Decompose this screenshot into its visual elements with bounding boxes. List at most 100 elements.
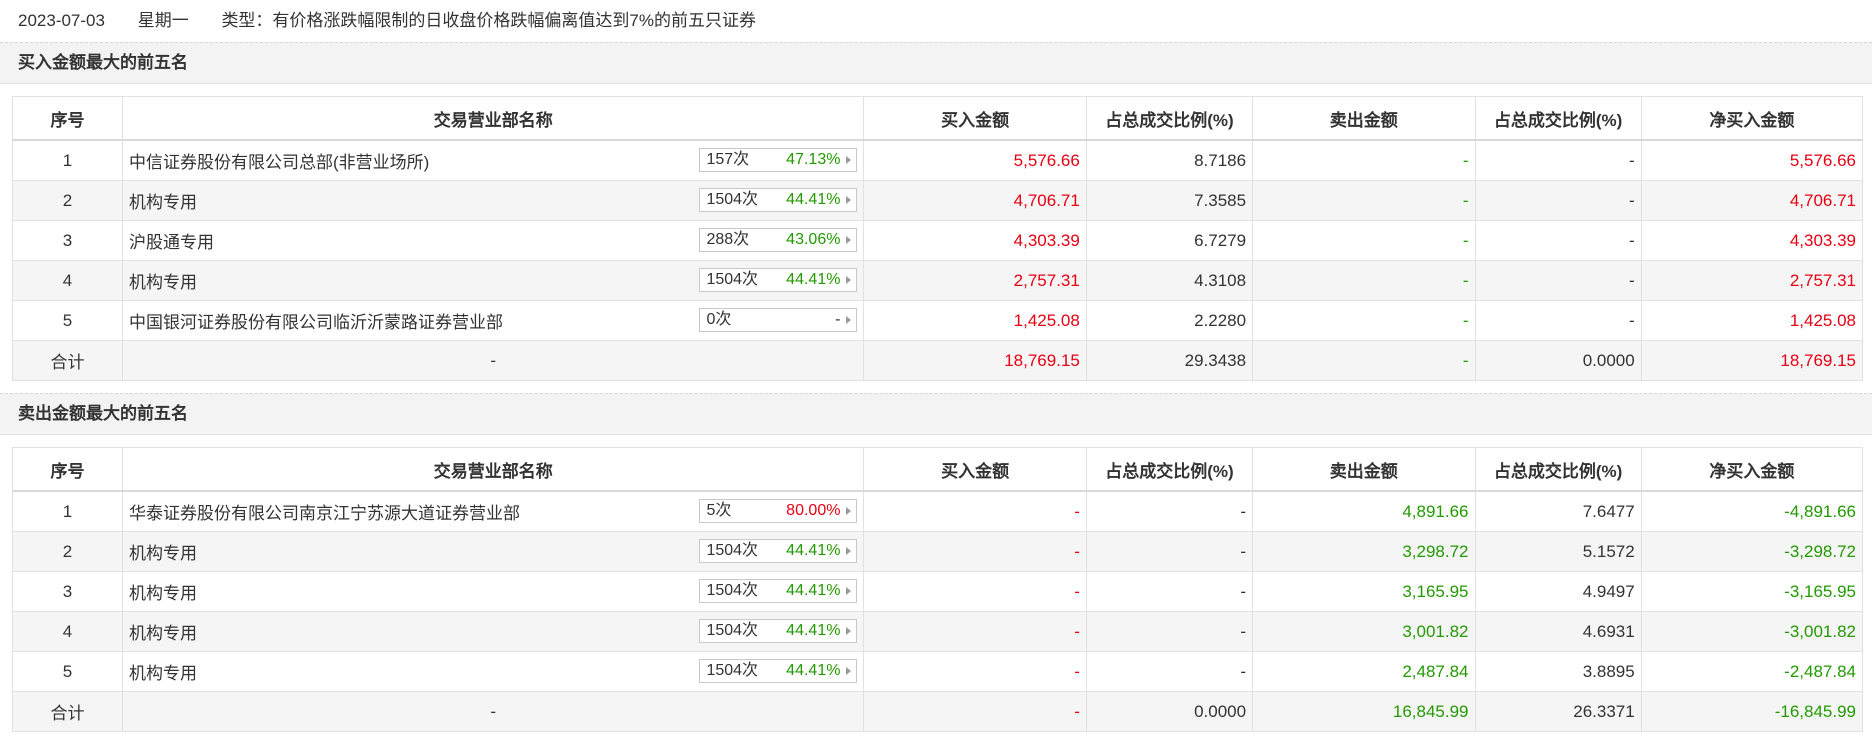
dept-name-link[interactable]: 机构专用 [129,188,197,213]
dept-stats-button[interactable]: 1504次 44.41% [699,188,858,212]
buy-ratio: - [1085,651,1254,692]
dept-cell: 机构专用 1504次 44.41% [122,611,865,652]
table-row: 1 中信证券股份有限公司总部(非营业场所) 157次 47.13% 5,576.… [11,139,1864,181]
win-rate: 80.00% [786,502,841,519]
net-amount: 5,576.66 [1640,139,1864,181]
dept-cell: 沪股通专用 288次 43.06% [122,220,865,261]
dept-cell: 机构专用 1504次 44.41% [122,260,865,301]
buy-top5-table: 序号 交易营业部名称 买入金额 占总成交比例(%) 卖出金额 占总成交比例(%)… [11,96,1864,381]
dept-stats-button[interactable]: 157次 47.13% [699,148,858,172]
win-rate: 44.41% [786,542,841,559]
col-buy-ratio: 占总成交比例(%) [1085,447,1254,492]
col-sell-amount: 卖出金额 [1252,96,1476,141]
row-index: 2 [11,531,124,572]
info-line: 2023-07-03 星期一 类型：有价格涨跌幅限制的日收盘价格跌幅偏离值达到7… [0,0,1872,42]
col-dept-name: 交易营业部名称 [122,447,865,492]
table-row: 2 机构专用 1504次 44.41% - - 3,298.72 5.1572 … [11,531,1864,572]
dept-name-link[interactable]: 华泰证券股份有限公司南京江宁苏源大道证券营业部 [129,499,520,524]
dept-name-link[interactable]: 中信证券股份有限公司总部(非营业场所) [129,148,429,173]
sell-amount: - [1252,300,1476,341]
row-index: 4 [11,260,124,301]
sell-amount: 3,298.72 [1252,531,1476,572]
dept-name-link[interactable]: 机构专用 [129,268,197,293]
listing-count: 1504次 [706,542,759,559]
total-sell-amount: 16,845.99 [1252,691,1476,732]
net-amount: 2,757.31 [1640,260,1864,301]
listing-count: 1504次 [706,271,759,288]
net-amount: -2,487.84 [1640,651,1864,692]
total-buy-amount: - [863,691,1087,732]
buy-amount: - [863,531,1087,572]
row-index: 5 [11,300,124,341]
dept-cell: 中国银河证券股份有限公司临沂沂蒙路证券营业部 0次 - [122,300,865,341]
dept-cell: 中信证券股份有限公司总部(非营业场所) 157次 47.13% [122,139,865,181]
listing-count: 5次 [706,502,732,519]
dept-stats-button[interactable]: 1504次 44.41% [699,539,858,563]
dept-stats-button[interactable]: 1504次 44.41% [699,268,858,292]
dept-name-link[interactable]: 中国银河证券股份有限公司临沂沂蒙路证券营业部 [129,308,503,333]
dept-name-link[interactable]: 机构专用 [129,539,197,564]
total-net-amount: -16,845.99 [1640,691,1864,732]
sell-amount: - [1252,139,1476,181]
table-row: 2 机构专用 1504次 44.41% 4,706.71 7.3585 - - … [11,180,1864,221]
col-net-amount: 净买入金额 [1640,96,1864,141]
caret-right-icon [846,316,852,324]
sell-ratio: - [1474,180,1642,221]
total-label: 合计 [11,340,124,381]
caret-right-icon [846,667,852,675]
buy-amount: - [863,611,1087,652]
total-sell-amount: - [1252,340,1476,381]
dept-stats-button[interactable]: 288次 43.06% [699,228,858,252]
net-amount: -3,298.72 [1640,531,1864,572]
row-index: 1 [11,490,124,532]
buy-amount: - [863,571,1087,612]
dept-stats-button[interactable]: 5次 80.00% [699,499,858,523]
list-type: 类型：有价格涨跌幅限制的日收盘价格跌幅偏离值达到7%的前五只证券 [221,11,757,30]
sell-top5-table: 序号 交易营业部名称 买入金额 占总成交比例(%) 卖出金额 占总成交比例(%)… [11,447,1864,732]
dept-name-link[interactable]: 机构专用 [129,659,197,684]
buy-ratio: - [1085,531,1254,572]
dept-stats-button[interactable]: 1504次 44.41% [699,659,858,683]
buy-ratio: 7.3585 [1085,180,1254,221]
sell-amount: 3,001.82 [1252,611,1476,652]
col-sell-amount: 卖出金额 [1252,447,1476,492]
dept-stats-button[interactable]: 1504次 44.41% [699,579,858,603]
caret-right-icon [846,507,852,515]
sell-amount: - [1252,260,1476,301]
net-amount: -3,001.82 [1640,611,1864,652]
total-buy-amount: 18,769.15 [863,340,1087,381]
caret-right-icon [846,276,852,284]
sell-ratio: - [1474,300,1642,341]
sell-ratio: - [1474,139,1642,181]
total-buy-ratio: 29.3438 [1085,340,1254,381]
win-rate: 43.06% [786,231,841,248]
win-rate: 44.41% [786,662,841,679]
buy-amount: - [863,651,1087,692]
total-buy-ratio: 0.0000 [1085,691,1254,732]
buy-amount: 2,757.31 [863,260,1087,301]
total-sell-ratio: 0.0000 [1474,340,1642,381]
net-amount: -3,165.95 [1640,571,1864,612]
caret-right-icon [846,196,852,204]
row-index: 3 [11,571,124,612]
caret-right-icon [846,156,852,164]
dept-name-link[interactable]: 沪股通专用 [129,228,214,253]
dept-stats-button[interactable]: 0次 - [699,308,858,332]
dept-name-link[interactable]: 机构专用 [129,579,197,604]
weekday: 星期一 [137,11,189,30]
sell-ratio: 4.9497 [1474,571,1642,612]
table-row: 5 中国银河证券股份有限公司临沂沂蒙路证券营业部 0次 - 1,425.08 2… [11,300,1864,341]
listing-count: 1504次 [706,582,759,599]
buy-amount: 1,425.08 [863,300,1087,341]
dept-cell: 机构专用 1504次 44.41% [122,531,865,572]
row-index: 2 [11,180,124,221]
caret-right-icon [846,236,852,244]
col-buy-ratio: 占总成交比例(%) [1085,96,1254,141]
listing-count: 1504次 [706,191,759,208]
dept-name-link[interactable]: 机构专用 [129,619,197,644]
win-rate: 44.41% [786,271,841,288]
dept-stats-button[interactable]: 1504次 44.41% [699,619,858,643]
net-amount: 1,425.08 [1640,300,1864,341]
win-rate: 44.41% [786,191,841,208]
listing-count: 288次 [706,231,750,248]
